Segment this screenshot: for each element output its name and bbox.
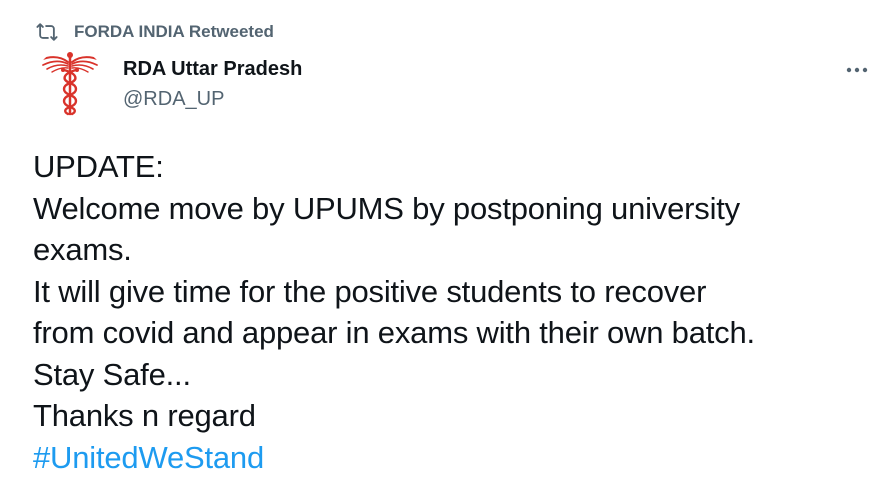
tweet-line: Stay Safe... (33, 356, 191, 392)
tweet-line: from covid and appear in exams with thei… (33, 315, 755, 350)
handle[interactable]: @RDA_UP (123, 86, 302, 112)
more-button[interactable] (840, 56, 874, 84)
display-name[interactable]: RDA Uttar Pradesh (123, 56, 302, 82)
hashtag-link[interactable]: #UnitedWeStand (33, 437, 873, 479)
author-block: RDA Uttar Pradesh @RDA_UP (123, 56, 302, 112)
retweet-context: FORDA INDIA Retweeted (36, 20, 274, 44)
tweet-line: UPDATE: (33, 149, 164, 184)
avatar[interactable] (34, 48, 106, 120)
more-icon (846, 67, 868, 73)
tweet-card[interactable]: FORDA INDIA Retweeted RDA Uttar Pradesh … (0, 0, 888, 487)
retweet-icon (36, 21, 58, 43)
caduceus-logo (39, 52, 101, 116)
tweet-text: UPDATE: Welcome move by UPUMS by postpon… (33, 146, 873, 478)
tweet-line: Welcome move by UPUMS by postponing univ… (33, 190, 740, 226)
retweet-label[interactable]: FORDA INDIA Retweeted (74, 22, 274, 42)
tweet-line: exams. (33, 232, 132, 267)
tweet-line: It will give time for the positive stude… (33, 273, 707, 309)
tweet-line: Thanks n regard (33, 398, 256, 433)
